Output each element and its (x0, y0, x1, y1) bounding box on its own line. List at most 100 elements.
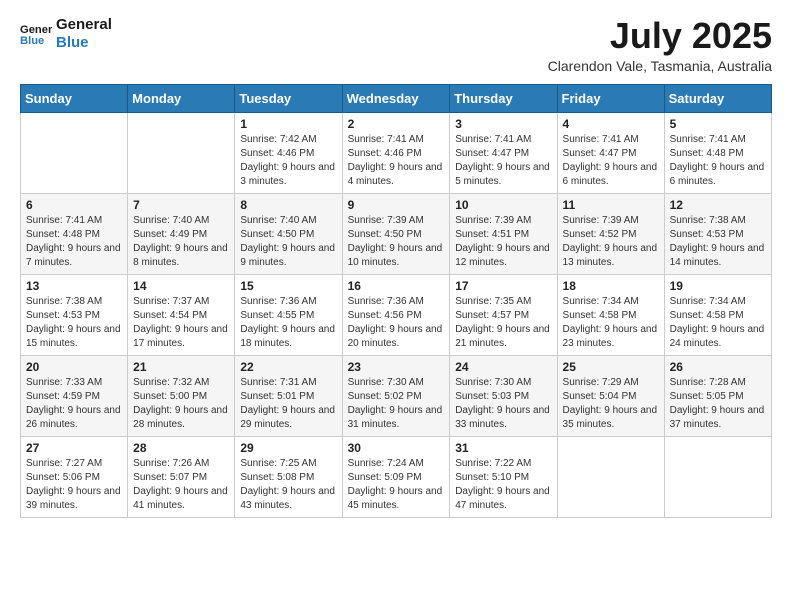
month-title: July 2025 (548, 16, 772, 56)
day-info: Sunrise: 7:38 AMSunset: 4:53 PMDaylight:… (670, 214, 766, 270)
day-info: Sunrise: 7:39 AMSunset: 4:52 PMDaylight:… (563, 214, 659, 270)
week-row-5: 27 Sunrise: 7:27 AMSunset: 5:06 PMDayligh… (21, 436, 772, 517)
logo-line1: General (56, 16, 112, 34)
day-info: Sunrise: 7:41 AMSunset: 4:47 PMDaylight:… (563, 133, 659, 189)
day-info: Sunrise: 7:31 AMSunset: 5:01 PMDaylight:… (240, 376, 336, 432)
calendar-cell: 23Sunrise: 7:30 AMSunset: 5:02 PMDayligh… (342, 355, 450, 436)
svg-text:General: General (20, 24, 52, 36)
day-number: 22 (240, 360, 336, 374)
day-info: Sunrise: 7:22 AMSunset: 5:10 PMDaylight:… (455, 457, 551, 513)
day-info: Sunrise: 7:32 AMSunset: 5:00 PMDaylight:… (133, 376, 229, 432)
calendar-cell: 2Sunrise: 7:41 AMSunset: 4:46 PMDaylight… (342, 112, 450, 193)
logo-icon: General Blue (20, 20, 52, 48)
day-info: Sunrise: 7:34 AMSunset: 4:58 PMDaylight:… (563, 295, 659, 351)
day-number: 25 (563, 360, 659, 374)
calendar-cell: 19Sunrise: 7:34 AMSunset: 4:58 PMDayligh… (664, 274, 771, 355)
col-sunday: Sunday (21, 84, 128, 112)
logo: General Blue General Blue (20, 16, 112, 52)
day-info: Sunrise: 7:28 AMSunset: 5:05 PMDaylight:… (670, 376, 766, 432)
day-info: Sunrise: 7:38 AMSunset: 4:53 PMDaylight:… (26, 295, 122, 351)
day-number: 19 (670, 279, 766, 293)
logo-line2: Blue (56, 34, 112, 52)
day-info: Sunrise: 7:36 AMSunset: 4:56 PMDaylight:… (348, 295, 445, 351)
calendar-cell: 15 Sunrise: 7:36 AMSunset: 4:55 PMDayligh… (235, 274, 342, 355)
calendar-cell: 30 Sunrise: 7:24 AMSunset: 5:09 PMDayligh… (342, 436, 450, 517)
calendar-cell (664, 436, 771, 517)
calendar-cell: 3 Sunrise: 7:41 AMSunset: 4:47 PMDaylight… (450, 112, 557, 193)
day-number: 18 (563, 279, 659, 293)
calendar-cell: 27 Sunrise: 7:27 AMSunset: 5:06 PMDayligh… (21, 436, 128, 517)
calendar-cell: 26 Sunrise: 7:28 AMSunset: 5:05 PMDayligh… (664, 355, 771, 436)
day-info: Sunrise: 7:40 AMSunset: 4:50 PMDaylight:… (240, 214, 336, 270)
week-row-3: 13Sunrise: 7:38 AMSunset: 4:53 PMDayligh… (21, 274, 772, 355)
week-row-2: 6 Sunrise: 7:41 AMSunset: 4:48 PMDaylight… (21, 193, 772, 274)
calendar-cell: 25 Sunrise: 7:29 AMSunset: 5:04 PMDayligh… (557, 355, 664, 436)
calendar-cell: 6 Sunrise: 7:41 AMSunset: 4:48 PMDaylight… (21, 193, 128, 274)
day-info: Sunrise: 7:41 AMSunset: 4:48 PMDaylight:… (670, 133, 766, 189)
calendar-cell: 5Sunrise: 7:41 AMSunset: 4:48 PMDaylight… (664, 112, 771, 193)
calendar-cell (21, 112, 128, 193)
day-number: 9 (348, 198, 445, 212)
calendar-cell: 9 Sunrise: 7:39 AMSunset: 4:50 PMDaylight… (342, 193, 450, 274)
day-number: 7 (133, 198, 229, 212)
day-number: 1 (240, 117, 336, 131)
day-info: Sunrise: 7:35 AMSunset: 4:57 PMDaylight:… (455, 295, 551, 351)
day-number: 26 (670, 360, 766, 374)
day-number: 11 (563, 198, 659, 212)
day-info: Sunrise: 7:24 AMSunset: 5:09 PMDaylight:… (348, 457, 445, 513)
calendar-cell: 16Sunrise: 7:36 AMSunset: 4:56 PMDayligh… (342, 274, 450, 355)
day-info: Sunrise: 7:37 AMSunset: 4:54 PMDaylight:… (133, 295, 229, 351)
day-info: Sunrise: 7:39 AMSunset: 4:50 PMDaylight:… (348, 214, 445, 270)
svg-text:Blue: Blue (20, 35, 44, 47)
col-thursday: Thursday (450, 84, 557, 112)
day-info: Sunrise: 7:33 AMSunset: 4:59 PMDaylight:… (26, 376, 122, 432)
day-number: 10 (455, 198, 551, 212)
day-info: Sunrise: 7:41 AMSunset: 4:47 PMDaylight:… (455, 133, 551, 189)
week-row-4: 20 Sunrise: 7:33 AMSunset: 4:59 PMDayligh… (21, 355, 772, 436)
calendar-cell (128, 112, 235, 193)
calendar-cell: 11 Sunrise: 7:39 AMSunset: 4:52 PMDayligh… (557, 193, 664, 274)
day-number: 15 (240, 279, 336, 293)
day-info: Sunrise: 7:30 AMSunset: 5:03 PMDaylight:… (455, 376, 551, 432)
day-number: 14 (133, 279, 229, 293)
day-number: 24 (455, 360, 551, 374)
day-number: 4 (563, 117, 659, 131)
location: Clarendon Vale, Tasmania, Australia (548, 58, 772, 74)
day-number: 3 (455, 117, 551, 131)
calendar-cell: 21Sunrise: 7:32 AMSunset: 5:00 PMDayligh… (128, 355, 235, 436)
day-number: 20 (26, 360, 122, 374)
day-number: 6 (26, 198, 122, 212)
calendar-cell: 4 Sunrise: 7:41 AMSunset: 4:47 PMDaylight… (557, 112, 664, 193)
calendar-cell: 10 Sunrise: 7:39 AMSunset: 4:51 PMDayligh… (450, 193, 557, 274)
day-info: Sunrise: 7:27 AMSunset: 5:06 PMDaylight:… (26, 457, 122, 513)
calendar-header-row: Sunday Monday Tuesday Wednesday Thursday… (21, 84, 772, 112)
day-number: 2 (348, 117, 445, 131)
col-monday: Monday (128, 84, 235, 112)
title-block: July 2025 Clarendon Vale, Tasmania, Aust… (548, 16, 772, 74)
week-row-1: 1 Sunrise: 7:42 AMSunset: 4:46 PMDaylight… (21, 112, 772, 193)
page-container: General Blue General Blue July 2025 Clar… (0, 0, 792, 534)
day-number: 30 (348, 441, 445, 455)
day-number: 12 (670, 198, 766, 212)
calendar-cell: 17Sunrise: 7:35 AMSunset: 4:57 PMDayligh… (450, 274, 557, 355)
day-info: Sunrise: 7:40 AMSunset: 4:49 PMDaylight:… (133, 214, 229, 270)
day-info: Sunrise: 7:30 AMSunset: 5:02 PMDaylight:… (348, 376, 445, 432)
day-number: 29 (240, 441, 336, 455)
day-info: Sunrise: 7:29 AMSunset: 5:04 PMDaylight:… (563, 376, 659, 432)
col-friday: Friday (557, 84, 664, 112)
calendar-cell: 18 Sunrise: 7:34 AMSunset: 4:58 PMDayligh… (557, 274, 664, 355)
day-info: Sunrise: 7:39 AMSunset: 4:51 PMDaylight:… (455, 214, 551, 270)
calendar-cell (557, 436, 664, 517)
day-info: Sunrise: 7:36 AMSunset: 4:55 PMDaylight:… (240, 295, 336, 351)
day-number: 28 (133, 441, 229, 455)
calendar-cell: 24 Sunrise: 7:30 AMSunset: 5:03 PMDayligh… (450, 355, 557, 436)
day-number: 27 (26, 441, 122, 455)
calendar-cell: 28Sunrise: 7:26 AMSunset: 5:07 PMDayligh… (128, 436, 235, 517)
calendar-cell: 8Sunrise: 7:40 AMSunset: 4:50 PMDaylight… (235, 193, 342, 274)
col-tuesday: Tuesday (235, 84, 342, 112)
day-info: Sunrise: 7:25 AMSunset: 5:08 PMDaylight:… (240, 457, 336, 513)
calendar-table: Sunday Monday Tuesday Wednesday Thursday… (20, 84, 772, 518)
calendar-cell: 13Sunrise: 7:38 AMSunset: 4:53 PMDayligh… (21, 274, 128, 355)
day-info: Sunrise: 7:41 AMSunset: 4:48 PMDaylight:… (26, 214, 122, 270)
day-info: Sunrise: 7:42 AMSunset: 4:46 PMDaylight:… (240, 133, 336, 189)
